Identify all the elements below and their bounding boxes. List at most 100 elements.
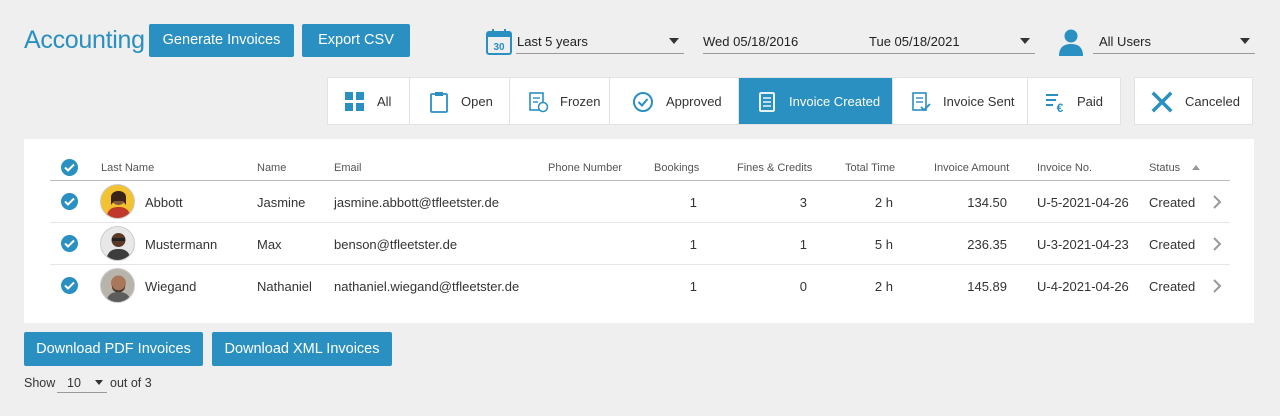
tab-paid[interactable]: € Paid (1028, 78, 1120, 124)
cell-invoice-no: U-5-2021-04-26 (1037, 195, 1129, 210)
chevron-right-icon[interactable] (1211, 194, 1223, 210)
cell-bookings: 1 (689, 195, 697, 210)
cell-fines-credits: 3 (799, 195, 807, 210)
chevron-right-icon[interactable] (1211, 278, 1223, 294)
user-icon (1059, 29, 1083, 56)
date-range-select[interactable]: Wed 05/18/2016 Tue 05/18/2021 (703, 28, 1035, 54)
column-header-invoice-no[interactable]: Invoice No. (1037, 162, 1092, 174)
column-header-phone[interactable]: Phone Number (548, 162, 622, 174)
cell-name: Jasmine (257, 195, 306, 210)
tab-invoice-sent[interactable]: Invoice Sent (893, 78, 1028, 124)
cell-email: jasmine.abbott@tfleetster.de (334, 195, 499, 210)
cell-total-time: 2 h (874, 195, 893, 210)
sort-asc-icon[interactable] (1192, 165, 1200, 170)
column-header-total-time[interactable]: Total Time (845, 162, 895, 174)
tab-label: Open (461, 94, 493, 109)
tab-label: Canceled (1185, 94, 1240, 109)
frozen-doc-icon (529, 92, 549, 113)
status-filter-bar: All Open Frozen Approved Invoice Created… (327, 77, 1121, 125)
cell-last-name: Abbott (145, 195, 183, 210)
download-pdf-button[interactable]: Download PDF Invoices (24, 332, 203, 366)
invoice-doc-icon (759, 92, 775, 112)
cell-email: benson@tfleetster.de (334, 237, 458, 252)
euro-list-icon: € (1046, 94, 1064, 113)
chevron-right-icon[interactable] (1211, 236, 1223, 252)
row-checkbox[interactable] (61, 193, 78, 210)
tab-canceled[interactable]: Canceled (1134, 77, 1253, 125)
cell-status: Created (1149, 279, 1196, 294)
period-select[interactable]: Last 5 years (516, 28, 684, 54)
cell-bookings: 1 (689, 279, 697, 294)
row-checkbox[interactable] (61, 235, 78, 252)
column-header-invoice-amount[interactable]: Invoice Amount (934, 162, 1009, 174)
cell-fines-credits: 1 (799, 237, 807, 252)
cell-last-name: Wiegand (145, 279, 197, 294)
column-header-bookings[interactable]: Bookings (654, 162, 699, 174)
chevron-down-icon (669, 38, 679, 44)
page-title: Accounting (24, 26, 145, 54)
row-divider (50, 264, 1230, 265)
tab-frozen[interactable]: Frozen (510, 78, 610, 124)
cell-status: Created (1149, 237, 1196, 252)
period-value: Last 5 years (517, 34, 588, 49)
avatar (100, 226, 135, 261)
avatar (100, 268, 135, 303)
row-checkbox[interactable] (61, 277, 78, 294)
cell-invoice-amount: 236.35 (967, 237, 1007, 252)
grid-icon (345, 92, 364, 111)
cell-email: nathaniel.wiegand@tfleetster.de (334, 279, 520, 294)
chevron-down-icon (1240, 38, 1250, 44)
tab-label: All (377, 94, 392, 109)
tab-open[interactable]: Open (410, 78, 510, 124)
chevron-down-icon (95, 380, 103, 385)
invoice-sent-icon (912, 92, 931, 112)
cell-fines-credits: 0 (799, 279, 807, 294)
show-label: Show (24, 376, 56, 390)
calendar-day-label: 30 (493, 42, 505, 53)
clipboard-icon (430, 92, 448, 113)
cell-total-time: 2 h (874, 279, 893, 294)
column-header-last-name[interactable]: Last Name (101, 162, 154, 174)
column-header-status[interactable]: Status (1149, 162, 1180, 174)
tab-approved[interactable]: Approved (610, 78, 739, 124)
users-value: All Users (1099, 34, 1152, 49)
cell-bookings: 1 (689, 237, 697, 252)
calendar-icon[interactable]: 30 (486, 29, 512, 55)
cell-last-name: Mustermann (145, 237, 218, 252)
export-csv-button[interactable]: Export CSV (302, 24, 410, 57)
column-header-name[interactable]: Name (257, 162, 286, 174)
page-size-select[interactable]: 10 (57, 373, 107, 393)
cell-invoice-no: U-3-2021-04-23 (1037, 237, 1129, 252)
generate-invoices-button[interactable]: Generate Invoices (149, 24, 294, 57)
close-icon (1151, 91, 1173, 113)
cell-invoice-amount: 134.50 (967, 195, 1007, 210)
column-header-fines-credits[interactable]: Fines & Credits (737, 162, 812, 174)
tab-label: Frozen (560, 94, 601, 109)
avatar (100, 184, 135, 219)
tab-label: Invoice Sent (943, 94, 1015, 109)
cell-invoice-amount: 145.89 (967, 279, 1007, 294)
svg-text:€: € (1057, 101, 1064, 113)
cell-status: Created (1149, 195, 1196, 210)
date-to: Tue 05/18/2021 (869, 34, 960, 49)
users-select[interactable]: All Users (1093, 28, 1255, 54)
check-circle-icon (633, 92, 653, 112)
select-all-checkbox[interactable] (61, 159, 78, 176)
cell-name: Nathaniel (257, 279, 312, 294)
cell-name: Max (257, 237, 282, 252)
column-header-email[interactable]: Email (334, 162, 362, 174)
download-xml-button[interactable]: Download XML Invoices (212, 332, 392, 366)
top-bar: Accounting Generate Invoices Export CSV … (0, 0, 1280, 78)
tab-label: Invoice Created (789, 94, 881, 109)
cell-invoice-no: U-4-2021-04-26 (1037, 279, 1129, 294)
tab-invoice-created[interactable]: Invoice Created (739, 78, 893, 124)
date-from: Wed 05/18/2016 (703, 34, 799, 49)
chevron-down-icon (1020, 38, 1030, 44)
tab-label: Paid (1077, 94, 1104, 109)
total-count-label: out of 3 (110, 376, 152, 390)
tab-label: Approved (666, 94, 722, 109)
row-divider (50, 222, 1230, 223)
cell-total-time: 5 h (874, 237, 893, 252)
page-size-value: 10 (67, 376, 81, 390)
tab-all[interactable]: All (328, 78, 410, 124)
